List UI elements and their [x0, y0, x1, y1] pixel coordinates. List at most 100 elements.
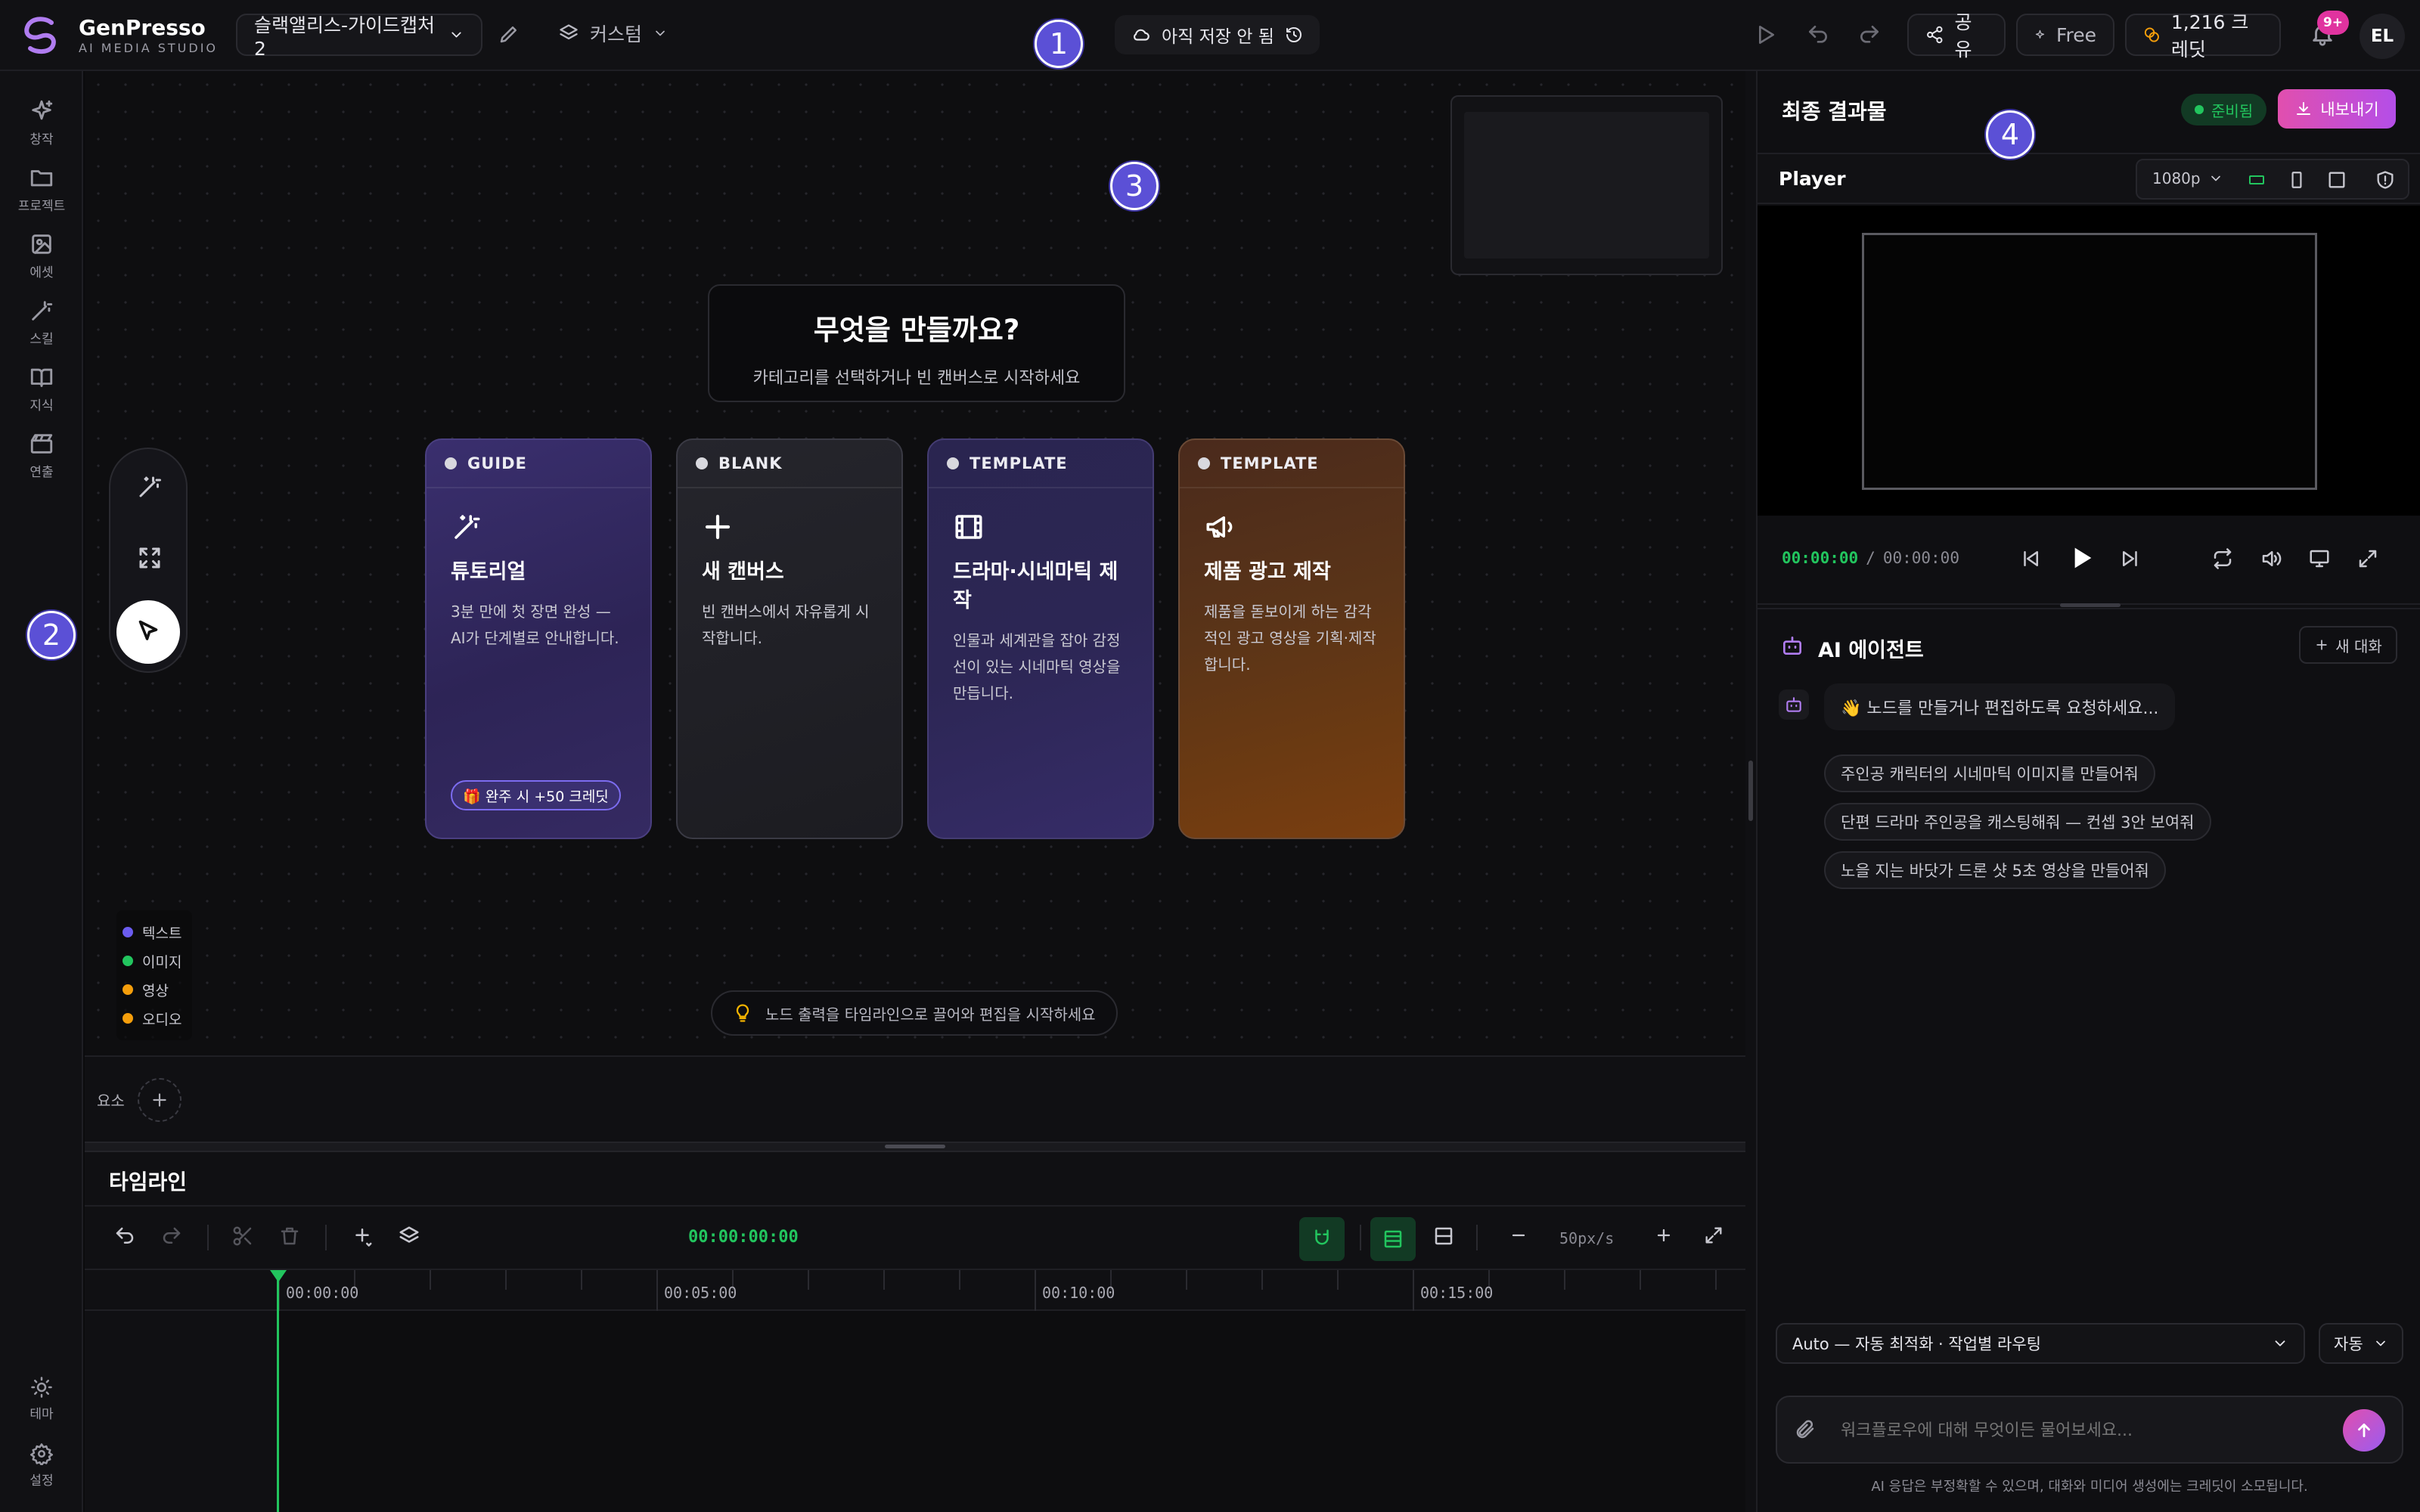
gear-icon: [30, 1443, 53, 1465]
chevron-down-icon: [451, 32, 461, 38]
layers-icon: [560, 24, 578, 40]
ai-disclaimer: AI 응답은 부정확할 수 있으며, 대화와 미디어 생성에는 크레딧이 소모됩…: [1871, 1479, 2308, 1495]
send-button[interactable]: [2343, 1409, 2385, 1452]
timeline-tracks[interactable]: [85, 1311, 1745, 1512]
play-icon[interactable]: [2066, 543, 2096, 573]
skip-forward-icon[interactable]: [2119, 547, 2142, 570]
legend-item: 오디오: [123, 1004, 186, 1033]
export-button[interactable]: 내보내기: [2278, 89, 2396, 129]
add-element-button[interactable]: [138, 1078, 182, 1122]
image-icon: [32, 234, 51, 254]
video-preview[interactable]: [1758, 206, 2420, 516]
save-status: 아직 저장 안 됨: [1162, 27, 1274, 47]
new-chat-button[interactable]: 새 대화: [2299, 626, 2397, 664]
suggestion-chip[interactable]: 단편 드라마 주인공을 캐스팅해줘 — 컨셉 3안 보여줘: [1824, 803, 2211, 841]
card-tag: BLANK: [678, 440, 901, 488]
scissors-icon[interactable]: [231, 1225, 254, 1247]
rename-pencil-icon[interactable]: [498, 23, 520, 45]
skip-back-icon[interactable]: [2019, 547, 2042, 570]
layers-icon[interactable]: [398, 1225, 420, 1247]
project-name-dropdown[interactable]: 슬랙앨리스-가이드캡처2: [236, 14, 482, 60]
sidebar-item-skills[interactable]: 스킬: [0, 298, 83, 347]
card-tutorial[interactable]: GUIDE 튜토리얼 3분 만에 첫 장면 완성 — AI가 단계별로 안내합니…: [425, 438, 652, 839]
node-type-legend: 텍스트 이미지 영상 오디오: [116, 910, 192, 1040]
agent-resize-handle[interactable]: [1758, 603, 2420, 609]
sidebar-item-label: 스킬: [29, 332, 54, 347]
card-desc: 인물과 세계관을 잡아 감정선이 있는 시네마틱 영상을 만듭니다.: [953, 631, 1121, 702]
track-view-toggle[interactable]: [1370, 1217, 1416, 1261]
suggestion-chip[interactable]: 노을 지는 바닷가 드론 샷 5초 영상을 만들어줘: [1824, 851, 2166, 889]
sidebar-item-label: 프로젝트: [17, 199, 66, 214]
compact-view-icon[interactable]: [1432, 1225, 1455, 1247]
zoom-in-icon[interactable]: [1653, 1225, 1674, 1246]
plan-button[interactable]: Free: [2016, 14, 2114, 56]
mode-dropdown[interactable]: 커스텀: [558, 20, 668, 47]
safe-area-icon[interactable]: [2375, 169, 2396, 191]
square-ratio-icon[interactable]: [2326, 169, 2347, 191]
panel-resize-handle[interactable]: [1745, 71, 1756, 1512]
select-tool-button[interactable]: [116, 600, 180, 664]
timeline-resize-handle[interactable]: [85, 1142, 1745, 1152]
timeline-redo-icon[interactable]: [160, 1225, 183, 1247]
magnet-icon: [1315, 1229, 1329, 1245]
mode-select[interactable]: 자동: [2319, 1323, 2403, 1364]
add-track-icon[interactable]: [351, 1225, 374, 1247]
fit-view-icon[interactable]: [136, 544, 163, 572]
sidebar-item-directing[interactable]: 연출: [0, 431, 83, 480]
card-title: 새 캔버스: [702, 560, 784, 584]
resolution-dropdown[interactable]: 1080p: [2152, 169, 2223, 187]
plan-label: Free: [2055, 23, 2096, 46]
sidebar-item-label: 연출: [29, 465, 54, 480]
time-current: 00:00:00: [1782, 549, 1859, 567]
sidebar-item-theme[interactable]: 테마: [0, 1376, 83, 1422]
play-preview-icon[interactable]: [1753, 23, 1777, 47]
sidebar-item-create[interactable]: 창작: [0, 98, 83, 147]
playhead[interactable]: [277, 1270, 279, 1512]
magic-wand-tool-icon[interactable]: [136, 473, 163, 500]
fullscreen-icon[interactable]: [2356, 547, 2379, 570]
model-select[interactable]: Auto — 자동 최적화 · 작업별 라우팅: [1776, 1323, 2305, 1364]
genpresso-logo-icon[interactable]: [21, 17, 62, 54]
resolution-value: 1080p: [2152, 169, 2201, 187]
zoom-out-icon[interactable]: [1508, 1225, 1529, 1246]
card-ad-template[interactable]: TEMPLATE 제품 광고 제작 제품을 돋보이게 하는 감각적인 광고 영상…: [1178, 438, 1405, 839]
zoom-level: 50px/s: [1559, 1229, 1615, 1247]
share-button[interactable]: 공유: [1907, 11, 2006, 60]
sidebar-item-assets[interactable]: 에셋: [0, 231, 83, 280]
node-canvas[interactable]: 무엇을 만들까요? 카테고리를 선택하거나 빈 캔버스로 시작하세요 GUIDE…: [85, 71, 1745, 1055]
chat-input[interactable]: [1841, 1412, 2310, 1448]
volume-icon[interactable]: [2260, 547, 2282, 570]
agent-title: AI 에이전트: [1818, 639, 1924, 662]
minimap[interactable]: [1450, 95, 1723, 275]
sun-icon: [31, 1377, 52, 1398]
loop-icon[interactable]: [2211, 547, 2234, 570]
save-status-button[interactable]: 아직 저장 안 됨: [1115, 15, 1320, 54]
folder-icon: [30, 170, 53, 187]
playhead-handle[interactable]: [270, 1270, 287, 1282]
ruler-tick: [883, 1270, 885, 1290]
avatar[interactable]: EL: [2360, 14, 2405, 59]
elements-label: 요소: [97, 1092, 125, 1110]
magnet-snap-toggle[interactable]: [1299, 1217, 1345, 1261]
sidebar-item-projects[interactable]: 프로젝트: [0, 165, 83, 214]
monitor-icon[interactable]: [2308, 547, 2331, 570]
credits-button[interactable]: 1,216 크레딧: [2125, 11, 2281, 60]
download-icon: [2297, 102, 2311, 115]
landscape-ratio-icon[interactable]: [2246, 171, 2267, 189]
card-blank-canvas[interactable]: BLANK 새 캔버스 빈 캔버스에서 자유롭게 시작합니다.: [676, 438, 903, 839]
expand-timeline-icon[interactable]: [1703, 1225, 1724, 1246]
timeline-undo-icon[interactable]: [113, 1225, 136, 1247]
portrait-ratio-icon[interactable]: [2287, 169, 2307, 191]
paperclip-icon[interactable]: [1794, 1418, 1817, 1441]
suggestion-chip[interactable]: 주인공 캐릭터의 시네마틱 이미지를 만들어줘: [1824, 754, 2155, 792]
ruler-tick: [1640, 1270, 1641, 1290]
card-drama-template[interactable]: TEMPLATE 드라마·시네마틱 제작 인물과 세계관을 잡아 감정선이 있는…: [927, 438, 1154, 839]
sidebar-item-settings[interactable]: 설정: [0, 1442, 83, 1489]
timeline-ruler[interactable]: 00:00:00 00:05:00 00:10:00 00:15:00: [85, 1270, 1745, 1311]
ruler-tick-label: 00:05:00: [664, 1284, 737, 1302]
trash-icon[interactable]: [278, 1225, 301, 1247]
undo-icon[interactable]: [1806, 23, 1830, 47]
redo-icon[interactable]: [1857, 23, 1882, 47]
sidebar-item-knowledge[interactable]: 지식: [0, 364, 83, 414]
video-frame: [1862, 233, 2317, 490]
